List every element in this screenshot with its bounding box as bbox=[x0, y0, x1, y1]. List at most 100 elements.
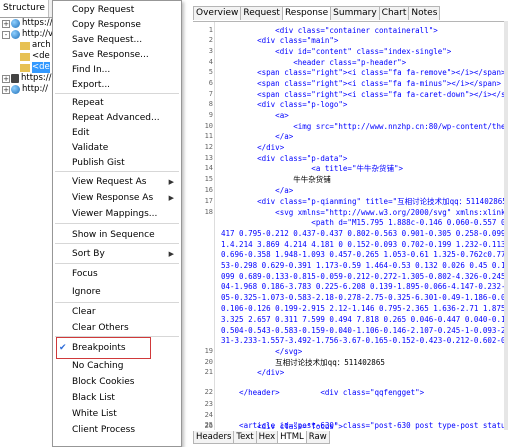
code-line: 0.696-0.358 1.948-1.093 0.457-0.265 1.05… bbox=[193, 250, 508, 259]
tree-item[interactable]: <de bbox=[0, 51, 59, 62]
code-line: 22 </header> <div class="qqfengget"> bbox=[193, 388, 508, 397]
code-text: 1.4.214 3.869 4.214 4.181 0 0.152-0.093 … bbox=[221, 240, 506, 249]
menu-item-black-list[interactable]: Black List bbox=[53, 391, 181, 406]
menu-item-label: Repeat bbox=[72, 98, 104, 108]
menu-item-copy-response[interactable]: Copy Response bbox=[53, 18, 181, 33]
code-line: 14 <a title="牛牛杂货铺"> bbox=[193, 164, 508, 173]
tree-item[interactable]: + https:// bbox=[0, 73, 59, 84]
menu-item-block-cookies[interactable]: Block Cookies bbox=[53, 375, 181, 390]
menu-item-view-response-as[interactable]: View Response As ▶ bbox=[53, 191, 181, 206]
menu-item-edit[interactable]: Edit bbox=[53, 126, 181, 141]
menu-item-validate[interactable]: Validate bbox=[53, 141, 181, 156]
menu-item-ignore[interactable]: Ignore bbox=[53, 285, 181, 300]
collapse-icon[interactable]: - bbox=[2, 30, 10, 39]
tab-structure[interactable]: Structure bbox=[0, 0, 49, 17]
code-line: 7 <span class="right"><i class="fa fa-ca… bbox=[193, 90, 508, 99]
line-number: 12 bbox=[204, 143, 213, 151]
vertical-scrollbar[interactable] bbox=[504, 21, 508, 430]
code-text: <path d="M15.795 1.888c-0.146 0.060-0.55… bbox=[311, 218, 508, 227]
line-number: 9 bbox=[208, 111, 213, 119]
code-line: 0.106-0.126 0.199-2.915 2.12-1.146 0.795… bbox=[193, 304, 508, 313]
menu-item-label: Show in Sequence bbox=[72, 230, 155, 240]
line-number: 4 bbox=[208, 58, 213, 66]
code-text: <a> bbox=[221, 111, 289, 120]
code-line: 1.4.214 3.869 4.214 4.181 0 0.152-0.093 … bbox=[193, 240, 508, 249]
menu-item-label: Breakpoints bbox=[72, 343, 126, 353]
menu-item-save-response[interactable]: Save Response... bbox=[53, 48, 181, 63]
tab-headers[interactable]: Headers bbox=[193, 431, 235, 444]
menu-item-label: View Request As bbox=[72, 177, 147, 187]
code-line: 16 </a> bbox=[193, 186, 508, 195]
tab-html[interactable]: HTML bbox=[277, 431, 307, 444]
tab-hex[interactable]: Hex bbox=[255, 431, 279, 444]
code-text: </svg> bbox=[221, 347, 303, 356]
code-text: 31-3.233-1.557-3.492-1.756-3.67-0.165-0.… bbox=[221, 336, 508, 345]
code-text: <span class="right"><i class="fa fa-remo… bbox=[221, 68, 506, 77]
line-number: 10 bbox=[204, 122, 213, 130]
menu-item-view-request-as[interactable]: View Request As ▶ bbox=[53, 175, 181, 190]
menu-item-label: Copy Response bbox=[72, 20, 141, 30]
code-text: <a title="牛牛杂货铺"> bbox=[221, 164, 403, 173]
folder-icon bbox=[20, 63, 30, 72]
menu-item-label: Save Request... bbox=[72, 35, 143, 45]
tab-chart[interactable]: Chart bbox=[378, 6, 410, 20]
tree-item-label: <de bbox=[32, 51, 50, 61]
menu-item-no-caching[interactable]: No Caching bbox=[53, 359, 181, 374]
code-text: </a> bbox=[221, 132, 294, 141]
menu-item-show-in-sequence[interactable]: Show in Sequence bbox=[53, 228, 181, 243]
menu-item-sort-by[interactable]: Sort By ▶ bbox=[53, 247, 181, 262]
menu-item-label: Viewer Mappings... bbox=[72, 209, 158, 219]
code-text: 互相讨论技术加qq：511402865 bbox=[221, 358, 385, 367]
tab-notes[interactable]: Notes bbox=[408, 6, 441, 20]
code-line: 53-0.298 0.629-0.391 1.173-0.59 1.464-0.… bbox=[193, 261, 508, 270]
tab-text[interactable]: Text bbox=[233, 431, 257, 444]
checkmark-icon: ✔ bbox=[59, 343, 67, 353]
menu-item-white-list[interactable]: White List bbox=[53, 407, 181, 422]
menu-item-viewer-mappings[interactable]: Viewer Mappings... bbox=[53, 207, 181, 222]
menu-item-focus[interactable]: Focus bbox=[53, 267, 181, 282]
folder-icon bbox=[20, 41, 30, 50]
tree-item[interactable]: - http://v bbox=[0, 29, 59, 40]
menu-item-label: Clear bbox=[72, 307, 96, 317]
tab-response[interactable]: Response bbox=[281, 6, 332, 20]
tree-item[interactable]: <de bbox=[0, 62, 59, 73]
code-line: 0.504-0.543-0.583-0.159-0.040-1.106-0.14… bbox=[193, 326, 508, 335]
tab-overview[interactable]: Overview bbox=[193, 6, 242, 20]
menu-item-label: Repeat Advanced... bbox=[72, 113, 160, 123]
tab-request[interactable]: Request bbox=[240, 6, 283, 20]
menu-item-save-request[interactable]: Save Request... bbox=[53, 33, 181, 48]
menu-separator bbox=[55, 263, 179, 264]
line-number: 16 bbox=[204, 186, 213, 194]
menu-item-repeat[interactable]: Repeat bbox=[53, 96, 181, 111]
code-text: 53-0.298 0.629-0.391 1.173-0.59 1.464-0.… bbox=[221, 261, 508, 270]
menu-item-find-in[interactable]: Find In... bbox=[53, 63, 181, 78]
inspector-top-tabs: Overview Request Response Summary Chart Notes bbox=[193, 6, 441, 20]
menu-item-export[interactable]: Export... bbox=[53, 78, 181, 93]
tab-raw[interactable]: Raw bbox=[305, 431, 330, 444]
menu-item-label: Copy Request bbox=[72, 5, 135, 15]
code-line: 17 <div class="p-qianming" title="互相讨论技术… bbox=[193, 197, 508, 206]
tree-item[interactable]: + https:// bbox=[0, 18, 59, 29]
menu-item-breakpoints[interactable]: Breakpoints ✔ bbox=[53, 341, 181, 356]
tree-item[interactable]: arch bbox=[0, 40, 59, 51]
tree-item[interactable]: + http:// bbox=[0, 84, 59, 95]
menu-item-clear-others[interactable]: Clear Others bbox=[53, 321, 181, 336]
menu-item-client-process[interactable]: Client Process bbox=[53, 423, 181, 438]
expand-icon[interactable]: + bbox=[2, 19, 10, 28]
menu-item-publish-gist[interactable]: Publish Gist bbox=[53, 156, 181, 171]
line-number: 26 bbox=[204, 421, 213, 430]
code-line: 1 <div class="container containerall"> bbox=[193, 26, 508, 35]
code-line: <path d="M15.795 1.888c-0.146 0.060-0.55… bbox=[193, 218, 508, 227]
tab-summary[interactable]: Summary bbox=[330, 6, 380, 20]
menu-item-clear[interactable]: Clear bbox=[53, 305, 181, 320]
menu-item-repeat-advanced[interactable]: Repeat Advanced... bbox=[53, 111, 181, 126]
menu-item-copy-request[interactable]: Copy Request bbox=[53, 3, 181, 18]
code-line: 26 <div class="focus"> bbox=[193, 422, 508, 430]
expand-icon[interactable]: + bbox=[2, 85, 10, 94]
globe-icon bbox=[11, 19, 20, 28]
expand-icon[interactable]: + bbox=[2, 74, 10, 83]
code-text: </div> bbox=[221, 368, 285, 377]
code-line: 4 <header class="p-header"> bbox=[193, 58, 508, 67]
line-number: 3 bbox=[208, 47, 213, 55]
code-text: <div id="content" class="index-single"> bbox=[221, 47, 452, 56]
